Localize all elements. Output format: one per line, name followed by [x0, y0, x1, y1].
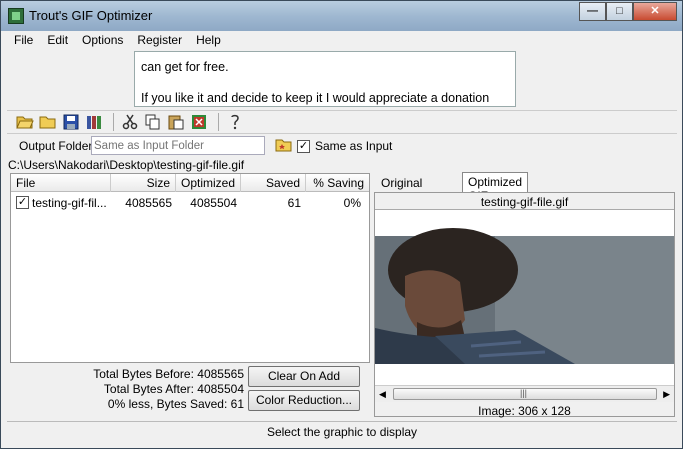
- cut-icon[interactable]: [120, 112, 140, 132]
- output-folder-label: Output Folder: [19, 139, 93, 153]
- tab-optimized-gif[interactable]: Optimized GIF: [462, 172, 529, 203]
- folder-icon[interactable]: [38, 112, 58, 132]
- row-checkbox[interactable]: ✓: [16, 196, 29, 209]
- scroll-right-icon[interactable]: ▶: [663, 389, 670, 400]
- status-bar: Select the graphic to display: [7, 421, 677, 441]
- scroll-left-icon[interactable]: ◀: [379, 389, 386, 400]
- delete-icon[interactable]: [189, 112, 209, 132]
- scroll-thumb[interactable]: |||: [393, 388, 657, 400]
- cell-optimized: 4085504: [190, 196, 237, 210]
- bytes-saved: 0% less, Bytes Saved: 61: [107, 397, 244, 411]
- cell-saving: 0%: [343, 196, 361, 210]
- banner-line: If you like it and decide to keep it I w…: [141, 91, 490, 105]
- preview-image: [375, 210, 674, 395]
- maximize-button[interactable]: □: [606, 2, 633, 21]
- total-bytes-before: Total Bytes Before: 4085565: [93, 367, 244, 381]
- color-reduction-button[interactable]: Color Reduction...: [248, 390, 360, 411]
- column-size[interactable]: Size: [111, 174, 176, 192]
- column-optimized[interactable]: Optimized: [176, 174, 241, 192]
- scroll-grip-icon: |||: [520, 388, 528, 398]
- library-icon[interactable]: [84, 112, 104, 132]
- cell-size: 4085565: [125, 196, 172, 210]
- open-folder-icon[interactable]: [15, 112, 35, 132]
- image-size-label: Image: 306 x 128: [478, 404, 571, 418]
- column-saving[interactable]: % Saving: [306, 174, 369, 192]
- title-bar[interactable]: Trout's GIF Optimizer — □ ✕: [1, 1, 682, 31]
- copy-icon[interactable]: [143, 112, 163, 132]
- preview-panel: testing-gif-file.gif ◀ ||| ▶ Image: 306 …: [374, 192, 675, 418]
- toolbar-separator: [218, 113, 219, 131]
- status-text: Select the graphic to display: [266, 425, 418, 439]
- menu-bar: File Edit Options Register Help: [7, 31, 677, 51]
- total-bytes-after: Total Bytes After: 4085504: [103, 382, 244, 396]
- cell-saved: 61: [287, 196, 301, 210]
- menu-file[interactable]: File: [7, 31, 40, 51]
- menu-edit[interactable]: Edit: [40, 31, 75, 51]
- table-row[interactable]: ✓ testing-gif-fil... 4085565 4085504 61 …: [11, 194, 369, 211]
- window-title: Trout's GIF Optimizer: [29, 8, 153, 23]
- banner-line: can get for free.: [141, 60, 229, 74]
- stats-panel: Total Bytes Before: 4085565 Total Bytes …: [10, 365, 370, 417]
- output-folder-input[interactable]: [91, 136, 265, 155]
- same-as-input-label: Same as Input: [315, 139, 393, 153]
- close-button[interactable]: ✕: [633, 2, 677, 21]
- preview-image-area: [375, 209, 674, 395]
- output-folder-row: Output Folder ✓ Same as Input: [7, 135, 677, 157]
- file-list[interactable]: File Size Optimized Saved % Saving ✓ tes…: [10, 173, 370, 363]
- browse-folder-icon[interactable]: [275, 137, 293, 155]
- minimize-button[interactable]: —: [579, 2, 606, 21]
- same-as-input-checkbox[interactable]: ✓: [297, 140, 310, 153]
- cell-file: testing-gif-fil...: [32, 196, 107, 210]
- file-path: C:\Users\Nakodari\Desktop\testing-gif-fi…: [8, 158, 245, 172]
- menu-help[interactable]: Help: [189, 31, 228, 51]
- column-saved[interactable]: Saved: [241, 174, 306, 192]
- preview-filename: testing-gif-file.gif: [480, 195, 569, 209]
- donation-banner[interactable]: can get for free. If you like it and dec…: [134, 51, 516, 107]
- save-icon[interactable]: [61, 112, 81, 132]
- file-list-header: File Size Optimized Saved % Saving: [11, 174, 369, 192]
- column-file[interactable]: File: [11, 174, 111, 192]
- menu-options[interactable]: Options: [75, 31, 130, 51]
- toolbar: [7, 110, 677, 134]
- clear-on-add-button[interactable]: Clear On Add: [248, 366, 360, 387]
- toolbar-separator: [113, 113, 114, 131]
- menu-register[interactable]: Register: [130, 31, 189, 51]
- horizontal-scrollbar[interactable]: ◀ ||| ▶: [375, 385, 674, 402]
- app-icon: [8, 8, 24, 24]
- paste-icon[interactable]: [166, 112, 186, 132]
- help-icon[interactable]: [225, 112, 245, 132]
- app-window: Trout's GIF Optimizer — □ ✕ File Edit Op…: [0, 0, 683, 449]
